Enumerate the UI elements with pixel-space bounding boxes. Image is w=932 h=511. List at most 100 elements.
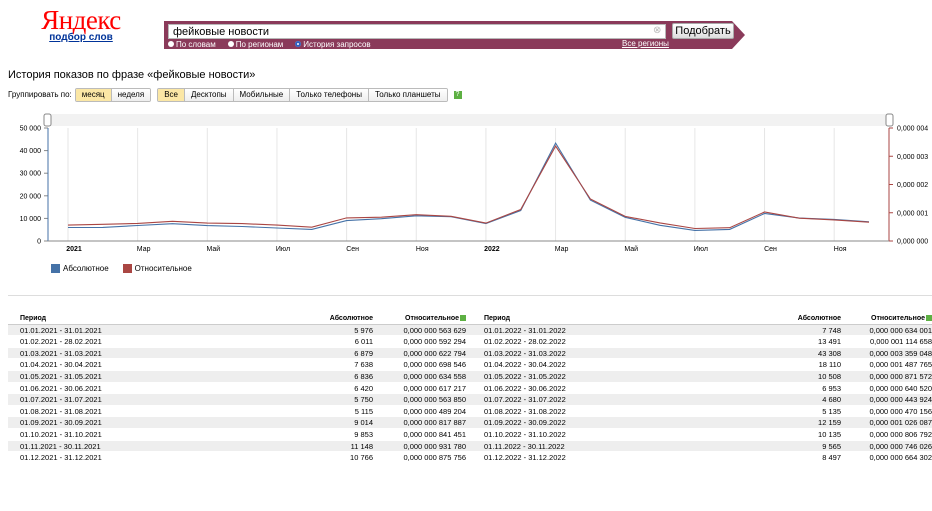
radio-dot[interactable] — [227, 41, 234, 47]
table-row: 01.07.2021 - 31.07.2021 5 750 0,000 000 56… — [8, 394, 474, 406]
table-cell: 01.09.2021 - 30.09.2021 — [20, 418, 102, 428]
device-option-3[interactable]: Только телефоны — [290, 88, 369, 101]
table-cell: 10 508 — [818, 371, 841, 381]
x-tick-label: Мар — [555, 246, 569, 253]
search-input[interactable] — [168, 24, 666, 39]
radio-option-0[interactable]: По словам — [168, 40, 216, 49]
y-tick-label-left: 20 000 — [20, 193, 42, 200]
table-cell: 01.12.2021 - 31.12.2021 — [20, 453, 102, 463]
y-tick-label-right: 0,000 004 — [897, 126, 928, 133]
table-row: 01.04.2021 - 30.04.2021 7 638 0,000 000 69… — [8, 359, 474, 371]
table-cell: 8 497 — [822, 453, 841, 463]
stats-table-2022: Период Абсолютное Относительное 01.01.2022 … — [472, 313, 932, 464]
device-option-2[interactable]: Мобильные — [233, 88, 291, 101]
y-tick-label-right: 0,000 001 — [897, 210, 928, 217]
column-header: Абсолютное — [329, 315, 373, 322]
x-tick-label: 2021 — [66, 246, 82, 253]
table-cell: 0,000 000 617 217 — [403, 383, 466, 393]
table-cell: 01.02.2021 - 28.02.2021 — [20, 337, 102, 347]
table-cell: 43 308 — [818, 348, 841, 358]
table-row: 01.09.2021 - 30.09.2021 9 014 0,000 000 81… — [8, 417, 474, 429]
period-option-0[interactable]: месяц — [75, 88, 112, 101]
table-cell: 01.04.2021 - 30.04.2021 — [20, 360, 102, 370]
table-cell: 0,000 000 489 204 — [403, 406, 466, 416]
period-option-1[interactable]: неделя — [111, 88, 151, 101]
radio-label: История запросов — [303, 39, 371, 49]
x-tick-label: Май — [624, 245, 638, 253]
navigator-handle-right[interactable] — [885, 113, 894, 127]
help-icon[interactable]: ? — [453, 90, 462, 99]
device-option-1[interactable]: Десктопы — [184, 88, 234, 101]
table-cell: 01.12.2022 - 31.12.2022 — [484, 453, 566, 463]
divider — [8, 295, 932, 296]
table-cell: 9 565 — [822, 441, 841, 451]
group-controls: Группировать по: месяц неделя Все Десктопы… — [8, 87, 462, 102]
table-cell: 01.08.2021 - 31.08.2021 — [20, 406, 102, 416]
table-cell: 01.10.2022 - 31.10.2022 — [484, 429, 566, 439]
table-cell: 0,000 000 841 451 — [403, 429, 466, 439]
y-tick-label-left: 30 000 — [20, 171, 42, 178]
chart-navigator-bar — [48, 114, 889, 126]
column-header: Период — [20, 315, 47, 322]
series-line-1 — [67, 145, 870, 230]
x-tick-label: Сен — [346, 246, 359, 253]
radio-dot[interactable] — [295, 41, 302, 47]
chart-svg: 2021 Мар Май Июл Сен Ноя 2022 Мар Май Июл Сен Ноя 50… — [20, 113, 928, 253]
table-row: 01.02.2022 - 28.02.2022 13 491 0,000 001 1… — [472, 336, 932, 348]
table-cell: 4 680 — [822, 395, 841, 405]
table-cell: 01.04.2022 - 30.04.2022 — [484, 360, 566, 370]
legend-swatch — [122, 264, 132, 273]
device-option-0[interactable]: Все — [158, 88, 185, 101]
table-cell: 6 420 — [354, 383, 373, 393]
table-cell: 0,000 000 806 792 — [869, 429, 932, 439]
table-row: 01.08.2022 - 31.08.2022 5 135 0,000 000 47… — [472, 406, 932, 418]
y-tick-label-right: 0,000 000 — [897, 239, 928, 246]
legend-item-0[interactable]: Абсолютное — [51, 264, 109, 273]
logo-subtitle-link[interactable]: подбор слов — [36, 32, 126, 43]
legend-label: Абсолютное — [63, 264, 109, 273]
table-cell: 0,000 000 592 294 — [403, 337, 466, 347]
radio-option-2[interactable]: История запросов — [295, 39, 371, 49]
y-tick-label-left: 0 — [37, 239, 41, 246]
table-cell: 5 115 — [354, 406, 373, 416]
table-row: 01.05.2021 - 31.05.2021 6 836 0,000 000 63… — [8, 370, 474, 383]
y-tick-label-left: 10 000 — [20, 216, 42, 223]
chart-legend: Абсолютное Относительное — [51, 264, 192, 273]
radio-dot[interactable] — [168, 41, 174, 47]
table-cell: 0,000 000 563 629 — [403, 325, 466, 335]
table-cell: 01.06.2022 - 30.06.2022 — [484, 383, 566, 393]
table-cell: 5 976 — [354, 325, 373, 335]
table-row: 01.10.2021 - 31.10.2021 9 853 0,000 000 84… — [8, 429, 474, 441]
table-cell: 10 766 — [350, 453, 373, 463]
x-tick-label: Ноя — [834, 246, 847, 253]
table-cell: 01.01.2021 - 31.01.2021 — [20, 325, 102, 335]
all-regions-link[interactable]: Все регионы — [622, 39, 669, 48]
x-tick-label: Июл — [694, 246, 708, 253]
table-cell: 9 014 — [354, 418, 373, 428]
table-cell: 0,000 000 634 001 — [869, 325, 932, 335]
yandex-logo[interactable]: Яндекс подбор слов — [36, 6, 126, 43]
table-row: 01.11.2022 - 30.11.2022 9 565 0,000 000 74… — [472, 440, 932, 453]
table-row: 01.03.2022 - 31.03.2022 43 308 0,000 003 3… — [472, 347, 932, 360]
x-tick-label: Ноя — [416, 246, 429, 253]
clear-icon[interactable]: ⊗ — [653, 25, 661, 37]
radio-option-1[interactable]: По регионам — [227, 40, 283, 49]
table-cell: 0,000 000 746 026 — [869, 441, 932, 451]
table-cell: 6 953 — [822, 383, 841, 393]
table-row: 01.01.2021 - 31.01.2021 5 976 0,000 000 56… — [8, 324, 474, 337]
table-row: 01.12.2022 - 31.12.2022 8 497 0,000 000 66… — [472, 452, 932, 464]
search-mode-radios: По словам По регионам История запросов — [168, 39, 371, 49]
series-line-0 — [67, 141, 870, 231]
table-cell: 7 748 — [822, 325, 841, 335]
help-icon[interactable] — [926, 315, 932, 322]
table-cell: 10 135 — [818, 429, 841, 439]
search-button[interactable]: Подобрать — [672, 23, 734, 39]
legend-item-1[interactable]: Относительное — [122, 264, 192, 273]
navigator-handle-left[interactable] — [43, 113, 52, 127]
table-cell: 01.03.2021 - 31.03.2021 — [20, 348, 102, 358]
device-option-4[interactable]: Только планшеты — [368, 88, 447, 101]
table-row: 01.06.2022 - 30.06.2022 6 953 0,000 000 64… — [472, 383, 932, 395]
table-cell: 01.11.2021 - 30.11.2021 — [20, 441, 101, 451]
help-icon[interactable] — [460, 315, 466, 322]
column-header: Относительное — [373, 313, 466, 324]
